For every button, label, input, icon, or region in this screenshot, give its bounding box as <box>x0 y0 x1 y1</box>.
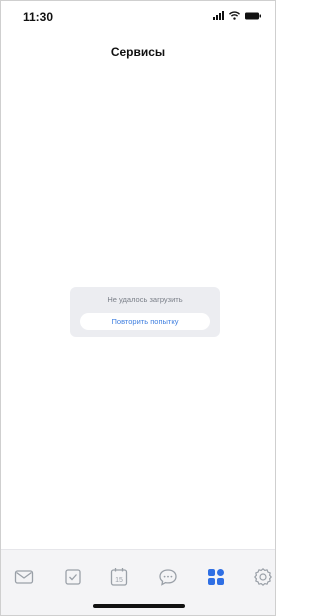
mail-icon <box>14 570 34 584</box>
error-card: Не удалось загрузить Повторить попытку <box>70 287 220 337</box>
tab-calendar[interactable]: 15 <box>108 566 130 588</box>
tab-tasks[interactable] <box>62 566 84 588</box>
tasks-icon <box>65 569 81 585</box>
app-screen: 11:30 Сервисы Не удалось загрузить Повто… <box>0 0 276 616</box>
status-icons <box>213 11 261 20</box>
wifi-icon <box>229 11 240 20</box>
tab-mail[interactable] <box>13 566 35 588</box>
calendar-icon: 15 <box>110 568 128 586</box>
page-title: Сервисы <box>110 45 166 59</box>
chat-icon <box>159 569 177 586</box>
calendar-day-label: 15 <box>115 577 123 584</box>
services-icon <box>208 569 224 585</box>
error-message: Не удалось загрузить <box>107 295 183 304</box>
tab-chat[interactable] <box>157 566 179 588</box>
battery-icon <box>245 12 261 20</box>
signal-icon <box>213 11 224 20</box>
settings-icon <box>254 568 272 586</box>
tab-services[interactable] <box>205 566 227 588</box>
home-indicator[interactable] <box>93 604 185 608</box>
retry-button[interactable]: Повторить попытку <box>80 313 210 330</box>
status-time: 11:30 <box>23 10 54 24</box>
status-bar: 11:30 <box>1 1 275 33</box>
tab-settings[interactable] <box>252 566 274 588</box>
